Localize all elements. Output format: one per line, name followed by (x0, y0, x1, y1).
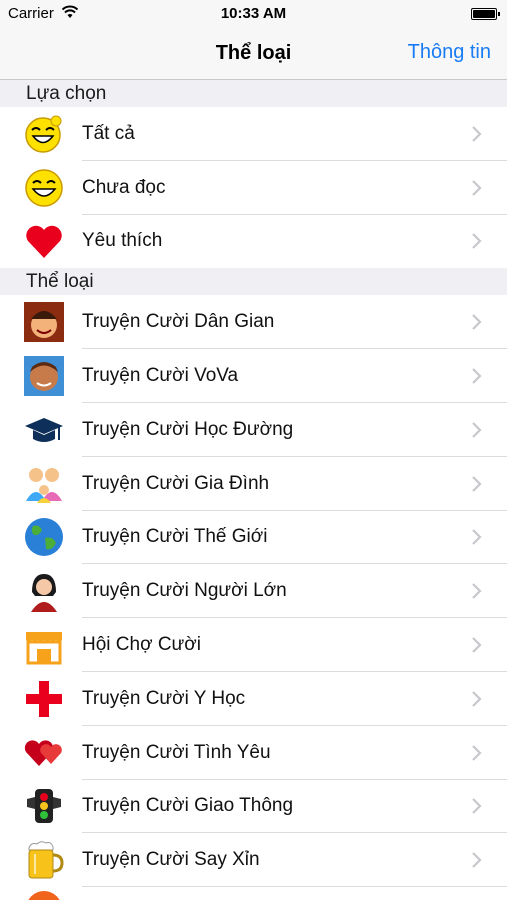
list-item-unread[interactable]: Chưa đọc (0, 161, 507, 215)
list-item-label: Truyện Cười Người Lớn (82, 580, 287, 602)
list-item-family[interactable]: Truyện Cười Gia Đình (0, 457, 507, 511)
list-item-folk[interactable]: Truyện Cười Dân Gian (0, 295, 507, 349)
section-header-options: Lựa chọn (0, 80, 507, 107)
chevron-right-icon (472, 852, 482, 869)
market-stall-icon (22, 623, 66, 667)
chevron-right-icon (472, 691, 482, 707)
list-item-label: Truyện Cười Tình Yêu (82, 741, 271, 763)
chevron-right-icon (472, 422, 482, 438)
chevron-right-icon (472, 368, 482, 384)
heart-icon (22, 219, 66, 263)
battery-icon (471, 8, 500, 20)
folk-character-icon (22, 300, 66, 344)
chevron-right-icon (472, 798, 482, 815)
globe-icon (22, 515, 66, 559)
status-bar: Carrier 10:33 AM (0, 0, 507, 28)
chevron-right-icon (472, 179, 482, 196)
graduation-cap-icon (22, 408, 66, 452)
family-icon (22, 462, 66, 506)
list-item-next-partial (0, 887, 507, 900)
smiley-icon (22, 166, 66, 210)
hearts-icon (22, 731, 66, 775)
laughing-smiley-icon (22, 112, 66, 156)
list-item-label: Truyện Cười VoVa (82, 365, 239, 387)
traffic-light-icon (22, 784, 66, 828)
list-item-label: Truyện Cười Gia Đình (82, 472, 270, 494)
list-item-label: Hội Chợ Cười (82, 634, 201, 656)
list-item-adult[interactable]: Truyện Cười Người Lớn (0, 564, 507, 618)
navigation-bar: Thể loại Thông tin (0, 28, 507, 80)
woman-icon (22, 569, 66, 613)
next-item-icon (22, 887, 66, 900)
list-item-all[interactable]: Tất cả (0, 107, 507, 161)
chevron-right-icon (472, 583, 482, 600)
list-item-world[interactable]: Truyện Cười Thế Giới (0, 511, 507, 565)
chevron-right-icon (472, 475, 482, 492)
list-item-favorites[interactable]: Yêu thích (0, 215, 507, 269)
list-item-label: Truyện Cười Học Đường (82, 418, 294, 440)
list-item-label: Tất cả (82, 122, 135, 144)
list-item-label: Truyện Cười Say Xỉn (82, 849, 260, 871)
list-item-label: Chưa đọc (82, 176, 166, 198)
chevron-right-icon (472, 126, 482, 142)
list-item-label: Truyện Cười Giao Thông (82, 795, 294, 817)
info-button[interactable]: Thông tin (408, 41, 491, 64)
list-item-school[interactable]: Truyện Cười Học Đường (0, 403, 507, 457)
clock: 10:33 AM (220, 5, 287, 22)
list-item-fair[interactable]: Hội Chợ Cười (0, 618, 507, 672)
medical-cross-icon (22, 677, 66, 721)
beer-mug-icon (22, 838, 66, 882)
list-item-label: Truyện Cười Thế Giới (82, 526, 268, 548)
section-header-categories: Thể loại (0, 268, 507, 296)
chevron-right-icon (472, 637, 482, 653)
list-item-medical[interactable]: Truyện Cười Y Học (0, 672, 507, 726)
categories-section: Truyện Cười Dân Gian Truyện Cười VoVa Tr… (0, 295, 507, 900)
chevron-right-icon (472, 314, 482, 331)
list-item-label: Truyện Cười Dân Gian (82, 311, 275, 333)
options-section: Tất cả Chưa đọc Yêu thích (0, 107, 507, 269)
boy-face-icon (22, 354, 66, 398)
category-list: Lựa chọn Tất cả Chưa đọc Yêu thích Thể l… (0, 80, 507, 900)
list-item-label: Yêu thích (82, 230, 163, 252)
list-item-love[interactable]: Truyện Cười Tình Yêu (0, 726, 507, 780)
list-item-label: Truyện Cười Y Học (82, 687, 246, 709)
chevron-right-icon (472, 744, 482, 761)
list-item-vova[interactable]: Truyện Cười VoVa (0, 349, 507, 403)
chevron-right-icon (472, 529, 482, 546)
list-item-traffic[interactable]: Truyện Cười Giao Thông (0, 780, 507, 834)
list-item-drunk[interactable]: Truyện Cười Say Xỉn (0, 833, 507, 887)
chevron-right-icon (472, 233, 482, 250)
